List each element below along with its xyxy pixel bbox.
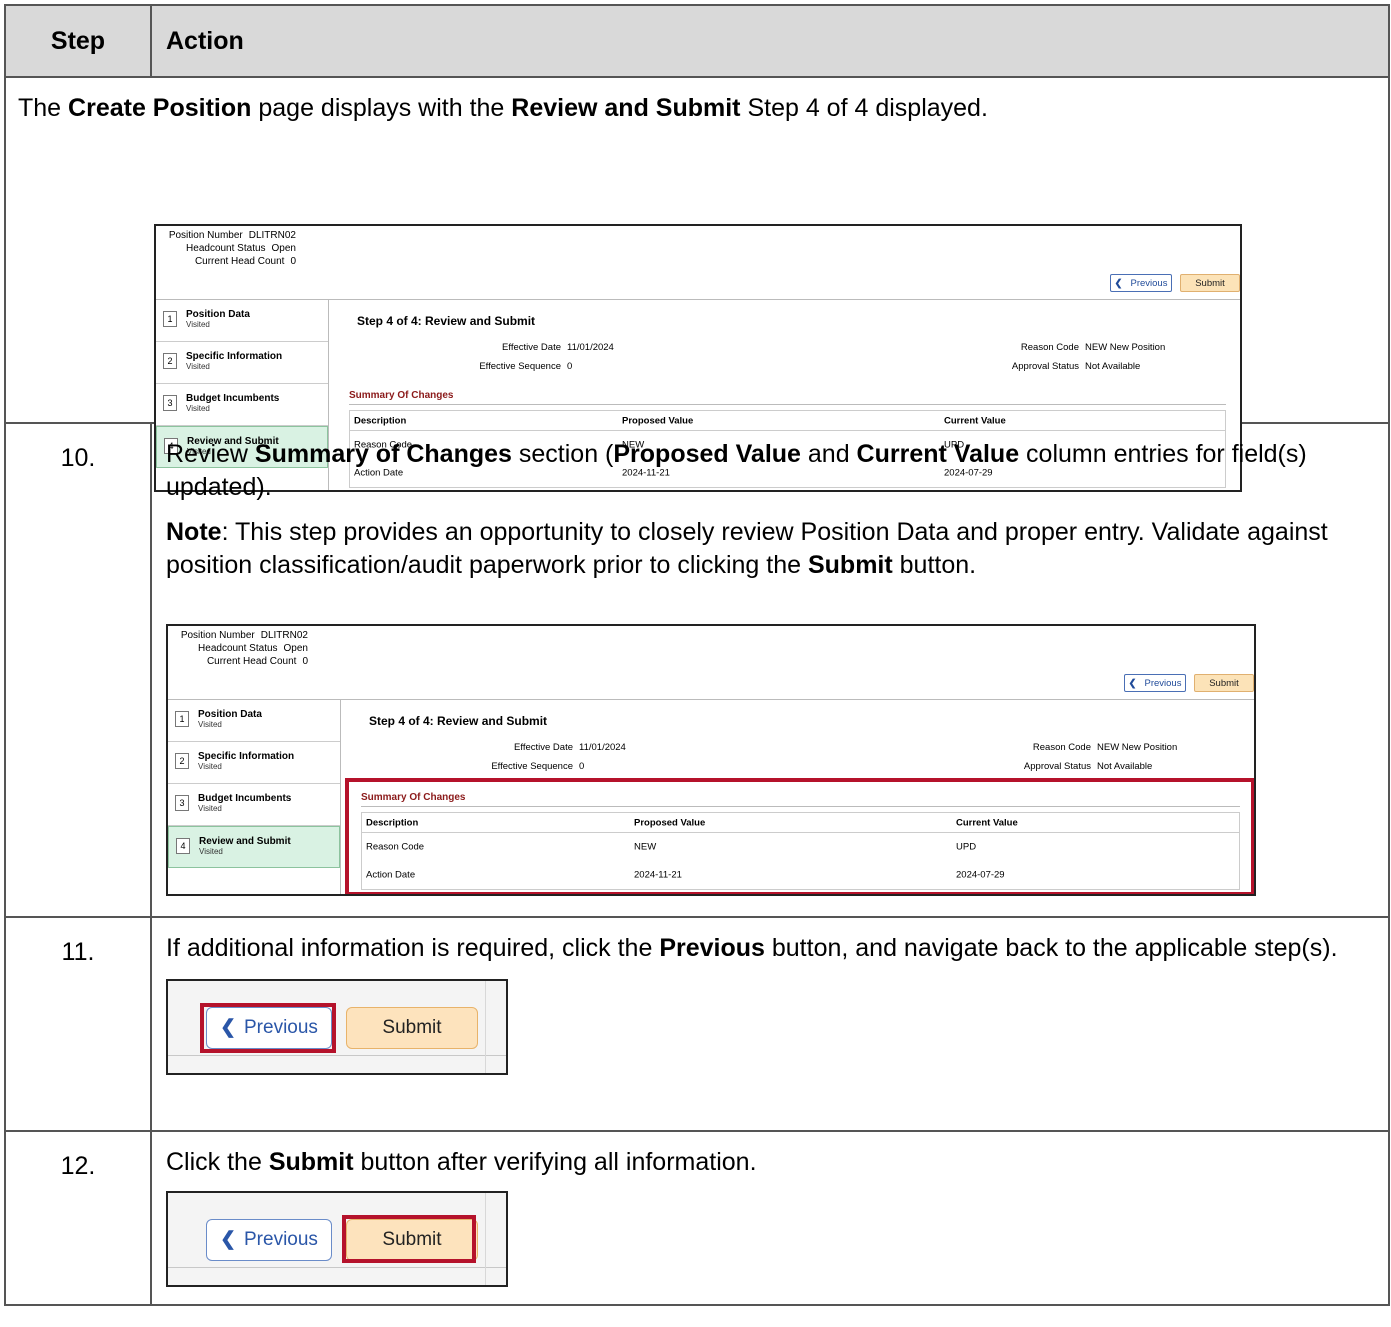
effective-date: Effective Date 11/01/2024 — [502, 342, 614, 353]
step-number: 11. — [6, 918, 152, 1130]
sidebar-item-review-submit[interactable]: 4 Review and Submit Visited — [168, 826, 340, 868]
procedure-table: Step Action The Create Position page dis… — [4, 4, 1390, 1306]
highlight-box — [200, 1003, 336, 1053]
submit-button[interactable]: Submit — [1180, 274, 1240, 292]
step-number: 12. — [6, 1132, 152, 1304]
sidebar-item-budget-incumbents[interactable]: 3 Budget Incumbents Visited — [168, 784, 340, 826]
position-info: Position Number DLITRN02 Headcount Status… — [168, 230, 296, 267]
sidebar-item-position-data[interactable]: 1 Position Data Visited — [168, 700, 340, 742]
effective-sequence: Effective Sequence 0 — [479, 361, 573, 372]
step-12-text: Click the Submit button after verifying … — [166, 1148, 757, 1176]
step-12-row: 12. Click the Submit button after verify… — [6, 1132, 1388, 1304]
chevron-left-icon: ❮ — [1128, 677, 1137, 689]
reason-code: Reason Code NEW New Position — [1020, 342, 1166, 353]
previous-button[interactable]: ❮ Previous — [1124, 674, 1186, 692]
button-strip-zoom: ❮ Previous Submit — [166, 1191, 508, 1287]
highlight-box — [342, 1215, 476, 1263]
step-11-body: If additional information is required, c… — [152, 918, 1388, 1130]
sidebar-item-specific-information[interactable]: 2 Specific Information Visited — [168, 742, 340, 784]
chevron-left-icon: ❮ — [220, 1229, 236, 1251]
table-header: Step Action — [6, 6, 1388, 78]
effective-sequence: Effective Sequence 0 — [491, 761, 585, 772]
divider — [168, 1055, 506, 1056]
divider — [485, 1193, 486, 1285]
submit-button[interactable]: Submit — [346, 1007, 478, 1049]
position-info: Position Number DLITRN02 Headcount Status… — [180, 630, 308, 667]
page-title: Step 4 of 4: Review and Submit — [369, 714, 548, 728]
step-10-row: 10. Review Summary of Changes section (P… — [6, 424, 1388, 918]
header-step: Step — [6, 6, 152, 76]
review-main: Step 4 of 4: Review and Submit Effective… — [341, 700, 1254, 894]
button-strip-zoom: ❮ Previous Submit — [166, 979, 508, 1075]
position-header: Position Number DLITRN02 Headcount Status… — [156, 226, 1240, 300]
step-10-note: Note: This step provides an opportunity … — [166, 518, 1328, 579]
divider — [349, 404, 1226, 405]
screenshot-summary-highlight: Position Number DLITRN02 Headcount Status… — [166, 624, 1256, 896]
highlight-box — [345, 778, 1254, 894]
approval-status: Approval Status Not Available — [1023, 761, 1153, 772]
divider — [168, 1267, 506, 1268]
submit-button[interactable]: Submit — [1194, 674, 1254, 692]
sidebar-item-specific-information[interactable]: 2 Specific Information Visited — [156, 342, 328, 384]
previous-button[interactable]: ❮ Previous — [206, 1219, 332, 1261]
intro-row: The Create Position page displays with t… — [6, 78, 1388, 492]
step-12-body: Click the Submit button after verifying … — [152, 1132, 1388, 1304]
divider — [485, 981, 486, 1073]
intro-text: The Create Position page displays with t… — [18, 94, 988, 122]
step-number: 10. — [6, 424, 152, 916]
page-title: Step 4 of 4: Review and Submit — [357, 314, 536, 328]
effective-date: Effective Date 11/01/2024 — [514, 742, 626, 753]
summary-title: Summary Of Changes — [349, 390, 454, 401]
reason-code: Reason Code NEW New Position — [1032, 742, 1178, 753]
chevron-left-icon: ❮ — [1114, 277, 1123, 289]
step-11-row: 11. If additional information is require… — [6, 918, 1388, 1132]
approval-status: Approval Status Not Available — [1011, 361, 1141, 372]
sidebar-item-budget-incumbents[interactable]: 3 Budget Incumbents Visited — [156, 384, 328, 426]
previous-button[interactable]: ❮ Previous — [1110, 274, 1172, 292]
step-10-text: Review Summary of Changes section (Propo… — [166, 440, 1307, 501]
header-action: Action — [166, 26, 244, 55]
position-header: Position Number DLITRN02 Headcount Status… — [168, 626, 1254, 700]
step-11-text: If additional information is required, c… — [166, 934, 1338, 962]
step-sidebar: 1 Position Data Visited 2 Specific Informat… — [168, 700, 341, 894]
sidebar-item-position-data[interactable]: 1 Position Data Visited — [156, 300, 328, 342]
